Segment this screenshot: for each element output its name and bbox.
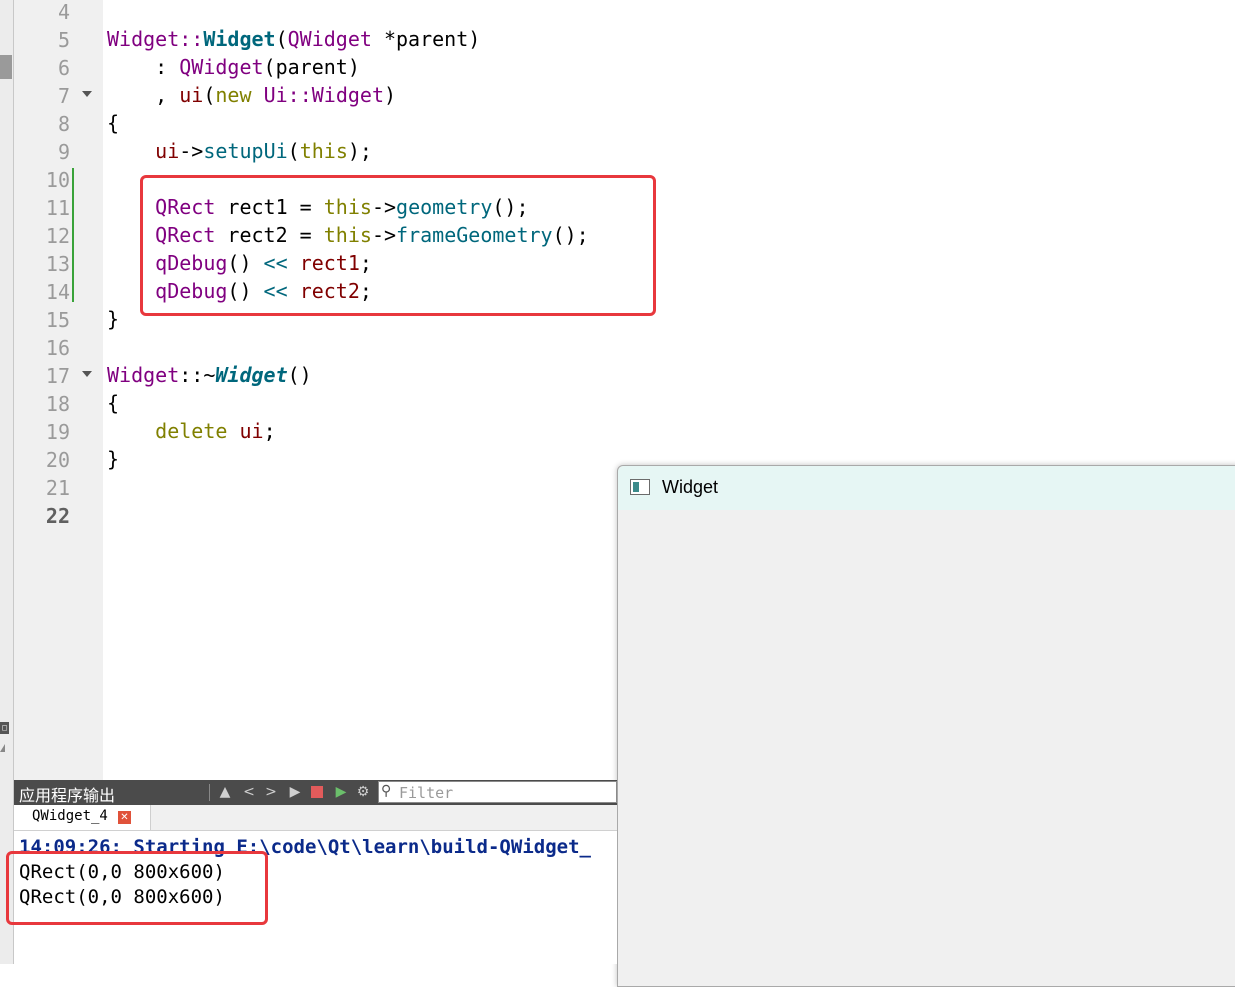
widget-window-title: Widget [662, 477, 719, 497]
token: (parent) [263, 55, 360, 79]
token: setupUi [203, 139, 288, 163]
code-line-19: delete ui; [107, 417, 276, 445]
debug-run-icon[interactable]: ▶ [332, 783, 350, 801]
token: Widget [311, 83, 384, 107]
token: Widget [107, 363, 180, 387]
token: this [299, 139, 348, 163]
token: *parent) [371, 27, 481, 51]
token: Ui [263, 83, 288, 107]
token: new [215, 83, 252, 107]
code-line-7: , ui(new Ui::Widget) [107, 81, 396, 109]
code-line-18: { [107, 391, 120, 415]
next-item-icon[interactable]: > [262, 783, 280, 801]
token: Widget [203, 27, 276, 51]
sidebar-scroll-marker[interactable] [0, 55, 12, 79]
token: ( [287, 139, 300, 163]
line-number: 14 [45, 280, 70, 304]
token: :: [287, 83, 312, 107]
token: delete [155, 419, 228, 443]
code-line-8: { [107, 111, 120, 135]
clear-output-icon[interactable]: ▲ [216, 783, 234, 801]
line-number: 10 [45, 168, 70, 192]
line-number: 11 [45, 196, 70, 220]
token: -> [179, 139, 204, 163]
left-sidebar-strip: □ [0, 0, 14, 964]
fold-arrow-icon[interactable] [82, 371, 92, 377]
line-number: 15 [45, 308, 70, 332]
change-indicator-bar [72, 168, 74, 302]
token: QWidget [287, 27, 372, 51]
line-number: 9 [57, 140, 70, 164]
token: ) [384, 83, 397, 107]
stop-icon[interactable] [311, 786, 323, 798]
token: ( [275, 27, 288, 51]
code-line-15: } [107, 307, 120, 331]
line-number: 17 [45, 364, 70, 388]
previous-item-icon[interactable]: < [240, 783, 258, 801]
line-number: 7 [57, 84, 70, 108]
token: () [287, 363, 312, 387]
code-line-6: : QWidget(parent) [107, 53, 360, 81]
token: ::~ [179, 363, 216, 387]
sidebar-toggle-icon[interactable]: □ [0, 722, 9, 734]
line-number: 5 [57, 28, 70, 52]
line-number-current: 22 [45, 504, 70, 528]
line-number: 21 [45, 476, 70, 500]
code-line-5: Widget::Widget(QWidget *parent) [107, 25, 480, 53]
line-number: 20 [45, 448, 70, 472]
output-highlight-box [6, 851, 268, 925]
output-pane-title: 应用程序输出 [19, 786, 116, 805]
line-number: 19 [45, 420, 70, 444]
filter-placeholder: Filter [399, 784, 454, 802]
sidebar-arrow-icon[interactable] [0, 744, 5, 752]
widget-window[interactable]: Widget [617, 465, 1235, 987]
search-icon: ⚲ [381, 783, 392, 799]
line-number: 13 [45, 252, 70, 276]
token: : [107, 55, 180, 79]
token: ui [155, 139, 180, 163]
window-app-icon [630, 479, 650, 495]
output-pane-header: 应用程序输出 ▲ < > ▶ ▶ ⚙ ⚲ Filter [14, 780, 617, 805]
tab-qwidget-4[interactable]: QWidget_4 ✕ [14, 805, 151, 830]
token: ( [203, 83, 216, 107]
code-line-20: } [107, 447, 120, 471]
line-number: 4 [57, 0, 70, 24]
gear-icon[interactable]: ⚙ [354, 783, 372, 801]
close-icon[interactable]: ✕ [118, 811, 131, 824]
code-highlight-box [140, 175, 656, 316]
code-line-9: ui->setupUi(this); [107, 137, 372, 165]
run-icon[interactable]: ▶ [286, 783, 304, 801]
line-number: 8 [57, 112, 70, 136]
token: QWidget [179, 55, 264, 79]
output-tab-bar: QWidget_4 ✕ [14, 805, 617, 831]
filter-input[interactable]: ⚲ Filter [378, 781, 617, 803]
token: Widget [107, 27, 180, 51]
token: , [107, 83, 180, 107]
line-number: 18 [45, 392, 70, 416]
code-line-17: Widget::~Widget() [107, 361, 312, 389]
token: Widget [215, 363, 288, 387]
line-number: 12 [45, 224, 70, 248]
line-number: 6 [57, 56, 70, 80]
token: ; [263, 419, 276, 443]
line-number: 16 [45, 336, 70, 360]
tab-label: QWidget_4 [32, 808, 108, 824]
widget-window-titlebar[interactable]: Widget [618, 466, 1235, 510]
token: ui [239, 419, 264, 443]
toolbar-separator [209, 784, 210, 801]
token: ); [347, 139, 372, 163]
token: :: [179, 27, 204, 51]
token: ui [179, 83, 204, 107]
fold-arrow-icon[interactable] [82, 91, 92, 97]
